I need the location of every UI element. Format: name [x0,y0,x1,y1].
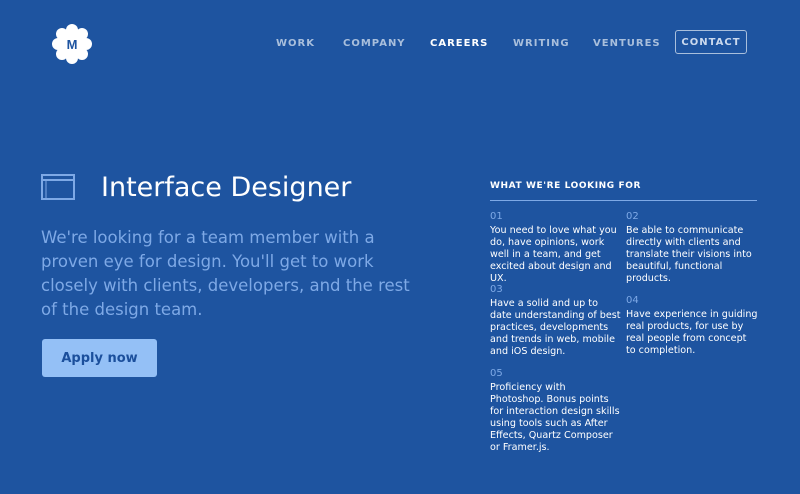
requirements-heading: WHAT WE'RE LOOKING FOR [490,181,642,191]
requirement-text: Proficiency with Photoshop. Bonus points… [490,382,620,453]
requirement-text: You need to love what you do, have opini… [490,225,617,284]
requirement-number: 03 [490,284,503,295]
apply-now-button[interactable]: Apply now [42,339,157,377]
window-icon [41,174,75,200]
nav-item-careers[interactable]: CAREERS [430,38,488,49]
requirement-number: 01 [490,211,503,222]
requirement-text: Be able to communicate directly with cli… [626,225,752,284]
requirement-item: 04 Have experience in guiding real produ… [626,295,758,357]
requirements-divider [490,200,757,201]
requirement-item: 05 Proficiency with Photoshop. Bonus poi… [490,368,622,454]
requirement-item: 01 You need to love what you do, have op… [490,211,622,285]
nav-item-company[interactable]: COMPANY [343,38,406,49]
contact-button[interactable]: CONTACT [675,30,747,54]
company-logo[interactable]: M [50,22,94,66]
job-title: Interface Designer [101,172,352,203]
requirement-item: 02 Be able to communicate directly with … [626,211,758,285]
nav-item-ventures[interactable]: VENTURES [593,38,661,49]
requirement-number: 05 [490,368,503,379]
requirement-text: Have a solid and up to date understandin… [490,298,621,357]
nav-item-work[interactable]: WORK [276,38,315,49]
requirement-item: 03 Have a solid and up to date understan… [490,284,622,358]
nav-item-writing[interactable]: WRITING [513,38,570,49]
logo-letter: M [67,37,78,52]
requirement-number: 04 [626,295,639,306]
requirement-number: 02 [626,211,639,222]
job-intro: We're looking for a team member with a p… [41,228,410,319]
requirement-text: Have experience in guiding real products… [626,309,758,356]
